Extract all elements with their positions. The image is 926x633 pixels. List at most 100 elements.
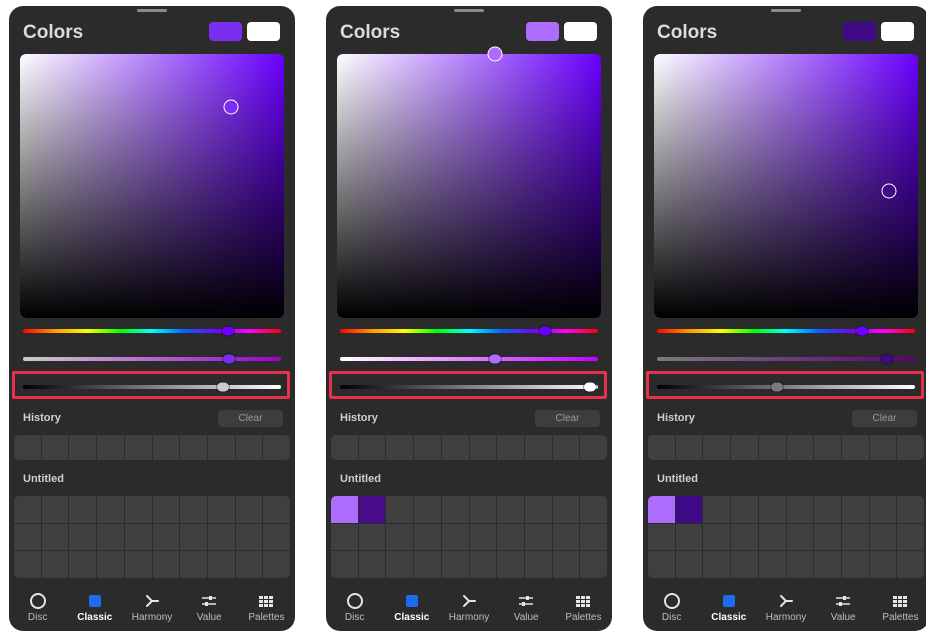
tab-disc[interactable]: Disc (326, 589, 383, 631)
palette-swatch[interactable] (180, 496, 207, 523)
palette-swatch[interactable] (124, 551, 152, 578)
palette-swatch[interactable] (14, 496, 41, 523)
tab-palettes[interactable]: Palettes (238, 589, 295, 631)
tab-classic[interactable]: Classic (700, 589, 757, 631)
palette-swatch[interactable] (152, 496, 180, 523)
palette-swatch[interactable] (235, 551, 263, 578)
history-swatch[interactable] (69, 435, 97, 460)
tab-harmony[interactable]: Harmony (440, 589, 497, 631)
palette-swatch[interactable] (675, 523, 703, 551)
saturation-slider-thumb[interactable] (880, 354, 893, 364)
history-swatch[interactable] (263, 435, 290, 460)
palette-swatch[interactable] (331, 496, 358, 523)
saturation-slider[interactable] (657, 357, 915, 361)
palette-swatch[interactable] (263, 551, 290, 578)
history-swatch[interactable] (814, 435, 841, 460)
history-swatch[interactable] (152, 435, 180, 460)
saturation-value-square[interactable] (20, 54, 284, 318)
palette-swatch[interactable] (731, 523, 758, 551)
palette-swatch[interactable] (207, 496, 235, 523)
palette-swatch[interactable] (414, 523, 441, 551)
primary-color-swatch[interactable] (209, 22, 242, 41)
palette-swatch[interactable] (414, 496, 441, 523)
palette-swatch[interactable] (386, 496, 414, 523)
history-swatch[interactable] (552, 435, 580, 460)
tab-classic[interactable]: Classic (66, 589, 123, 631)
tab-harmony[interactable]: Harmony (757, 589, 814, 631)
hue-slider[interactable] (340, 329, 598, 333)
history-swatch[interactable] (414, 435, 441, 460)
saturation-value-square[interactable] (654, 54, 918, 318)
history-swatch[interactable] (469, 435, 497, 460)
history-swatch[interactable] (14, 435, 41, 460)
secondary-color-swatch[interactable] (564, 22, 597, 41)
history-swatch[interactable] (703, 435, 731, 460)
palette-swatch[interactable] (675, 496, 703, 523)
hue-slider[interactable] (657, 329, 915, 333)
palette-swatch[interactable] (814, 551, 841, 578)
palette-swatch[interactable] (648, 523, 675, 551)
history-swatch[interactable] (97, 435, 124, 460)
palette-swatch[interactable] (580, 551, 607, 578)
palette-swatch[interactable] (524, 551, 552, 578)
history-swatch[interactable] (124, 435, 152, 460)
palette-swatch[interactable] (41, 496, 69, 523)
primary-color-swatch[interactable] (843, 22, 876, 41)
palette-swatch[interactable] (97, 523, 124, 551)
palette-swatch[interactable] (648, 551, 675, 578)
drag-handle[interactable] (454, 9, 484, 12)
history-swatch[interactable] (524, 435, 552, 460)
palette-swatch[interactable] (97, 496, 124, 523)
palette-swatch[interactable] (331, 551, 358, 578)
history-swatch[interactable] (331, 435, 358, 460)
palette-swatch[interactable] (69, 523, 97, 551)
palette-swatch[interactable] (358, 496, 386, 523)
palette-swatch[interactable] (552, 551, 580, 578)
palette-swatch[interactable] (69, 551, 97, 578)
palette-swatch[interactable] (758, 523, 786, 551)
palette-swatch[interactable] (786, 523, 814, 551)
palette-swatch[interactable] (41, 523, 69, 551)
palette-swatch[interactable] (524, 523, 552, 551)
history-swatch[interactable] (41, 435, 69, 460)
palette-swatch[interactable] (41, 551, 69, 578)
palette-swatch[interactable] (814, 496, 841, 523)
palette-swatch[interactable] (14, 523, 41, 551)
clear-history-button[interactable]: Clear (218, 410, 283, 427)
palette-swatch[interactable] (786, 496, 814, 523)
palette-swatch[interactable] (841, 551, 869, 578)
tab-palettes[interactable]: Palettes (555, 589, 612, 631)
tab-harmony[interactable]: Harmony (123, 589, 180, 631)
tab-classic[interactable]: Classic (383, 589, 440, 631)
palette-swatch[interactable] (758, 551, 786, 578)
palette-swatch[interactable] (497, 496, 524, 523)
palette-swatch[interactable] (441, 496, 469, 523)
palette-swatch[interactable] (207, 551, 235, 578)
color-picker-handle[interactable] (487, 46, 503, 62)
saturation-slider-thumb[interactable] (488, 354, 501, 364)
palette-swatch[interactable] (869, 551, 897, 578)
history-swatch[interactable] (897, 435, 924, 460)
palette-swatch[interactable] (580, 523, 607, 551)
palette-swatch[interactable] (441, 523, 469, 551)
history-swatch[interactable] (786, 435, 814, 460)
secondary-color-swatch[interactable] (247, 22, 280, 41)
palette-swatch[interactable] (869, 496, 897, 523)
palette-swatch[interactable] (675, 551, 703, 578)
history-swatch[interactable] (180, 435, 207, 460)
saturation-value-square[interactable] (337, 54, 601, 318)
palette-swatch[interactable] (331, 523, 358, 551)
tab-disc[interactable]: Disc (9, 589, 66, 631)
palette-swatch[interactable] (263, 523, 290, 551)
tab-value[interactable]: Value (498, 589, 555, 631)
palette-swatch[interactable] (469, 496, 497, 523)
tab-value[interactable]: Value (815, 589, 872, 631)
clear-history-button[interactable]: Clear (852, 410, 917, 427)
hue-slider-thumb[interactable] (856, 326, 869, 336)
hue-slider[interactable] (23, 329, 281, 333)
palette-swatch[interactable] (263, 496, 290, 523)
palette-swatch[interactable] (897, 496, 924, 523)
palette-swatch[interactable] (731, 551, 758, 578)
palette-swatch[interactable] (235, 523, 263, 551)
history-swatch[interactable] (731, 435, 758, 460)
